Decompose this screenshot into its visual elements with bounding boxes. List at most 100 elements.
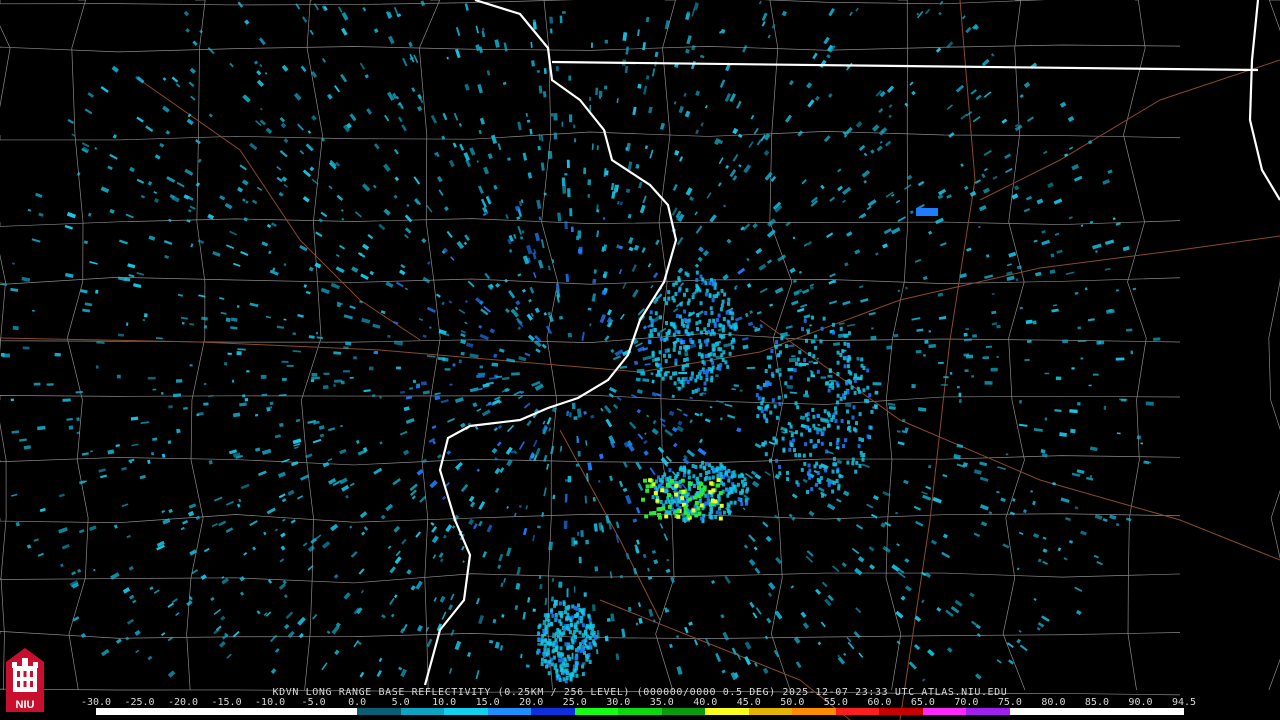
echo-core-cell xyxy=(719,503,724,508)
echo-cell xyxy=(815,482,818,487)
echo-cell xyxy=(772,436,776,441)
echo-cell xyxy=(849,371,853,376)
echo-cell xyxy=(996,324,1001,329)
echo-cell xyxy=(575,463,580,467)
echo-cell xyxy=(673,343,677,348)
echo-cell xyxy=(656,369,660,374)
echo-cell xyxy=(741,474,745,478)
echo-cell xyxy=(564,493,568,503)
echo-cell xyxy=(698,499,702,504)
echo-cell xyxy=(1153,337,1161,341)
colorbar-segment xyxy=(1009,708,1054,715)
echo-cell xyxy=(651,379,655,384)
echo-cell xyxy=(655,297,659,302)
echo-cell xyxy=(923,354,926,357)
echo-cell xyxy=(477,372,486,376)
echo-cell xyxy=(692,474,696,479)
echo-cell xyxy=(985,345,993,349)
echo-cell xyxy=(915,350,922,354)
echo-cell xyxy=(847,343,851,348)
echo-cell xyxy=(540,662,544,666)
echo-cell xyxy=(561,121,564,127)
echo-cell xyxy=(566,671,569,676)
echo-cell xyxy=(566,612,570,617)
echo-cell xyxy=(699,330,703,335)
echo-cell xyxy=(704,281,708,286)
echo-cell xyxy=(940,383,948,386)
echo-cell xyxy=(286,364,294,367)
echo-cell xyxy=(963,332,968,337)
colorbar-segment xyxy=(618,708,662,715)
echo-cell xyxy=(842,356,846,361)
echo-cell xyxy=(568,656,572,661)
echo-cell xyxy=(683,292,686,297)
echo-cell xyxy=(565,479,568,482)
echo-cell xyxy=(587,179,592,186)
echo-cell xyxy=(203,383,207,385)
echo-cell xyxy=(665,321,668,325)
echo-cell xyxy=(965,327,970,331)
echo-cell xyxy=(695,321,699,326)
echo-cell xyxy=(682,323,686,328)
echo-cell xyxy=(665,301,669,306)
echo-cell xyxy=(731,345,735,350)
echo-cell xyxy=(796,357,800,362)
echo-cell xyxy=(835,479,839,483)
echo-cell xyxy=(861,457,865,462)
echo-cell xyxy=(827,423,830,428)
echo-cell xyxy=(368,366,374,371)
echo-cell xyxy=(590,631,594,636)
echo-cell xyxy=(709,306,713,311)
echo-cell xyxy=(1077,326,1081,330)
echo-cell xyxy=(732,470,736,475)
echo-cell xyxy=(854,428,858,433)
echo-cell xyxy=(846,460,850,465)
echo-cell xyxy=(584,629,588,634)
echo-cell xyxy=(808,352,812,356)
echo-cell xyxy=(778,372,782,377)
echo-cell xyxy=(62,398,71,402)
echo-cell xyxy=(669,321,673,326)
echo-cell xyxy=(567,475,572,483)
echo-cell xyxy=(559,651,563,656)
echo-cell xyxy=(550,622,554,627)
echo-cell xyxy=(814,345,818,350)
echo-cell xyxy=(719,323,723,328)
echo-cell xyxy=(836,400,839,405)
echo-cell xyxy=(537,631,541,636)
echo-cell xyxy=(697,352,701,357)
echo-cell xyxy=(808,428,811,433)
echo-cell xyxy=(674,329,678,334)
echo-cell xyxy=(790,433,794,438)
echo-cell xyxy=(715,374,719,377)
echo-cell xyxy=(765,419,769,424)
echo-cell xyxy=(836,425,840,430)
echo-cell xyxy=(686,380,690,385)
echo-cell xyxy=(458,359,462,364)
echo-cell xyxy=(576,438,580,443)
echo-cell xyxy=(831,322,835,327)
echo-cell xyxy=(756,384,760,389)
echo-cell xyxy=(585,539,589,545)
echo-cell xyxy=(651,319,655,324)
echo-cell xyxy=(792,438,795,443)
echo-cell xyxy=(765,404,769,409)
echo-cell xyxy=(687,469,691,474)
echo-cell xyxy=(943,376,949,379)
echo-cell xyxy=(704,354,708,358)
echo-cell xyxy=(843,390,847,395)
echo-cell xyxy=(681,366,685,371)
echo-cell xyxy=(12,325,19,331)
echo-cell xyxy=(728,351,732,356)
echo-cell xyxy=(847,420,850,425)
echo-cell xyxy=(847,364,850,369)
echo-cell xyxy=(708,281,712,286)
echo-cell xyxy=(682,517,686,522)
echo-cell xyxy=(651,350,655,355)
echo-cell xyxy=(544,626,548,631)
echo-cell xyxy=(699,464,703,469)
echo-cell xyxy=(659,500,663,504)
echo-core-cell xyxy=(653,491,658,496)
echo-cell xyxy=(322,385,329,390)
echo-cell xyxy=(854,373,857,378)
